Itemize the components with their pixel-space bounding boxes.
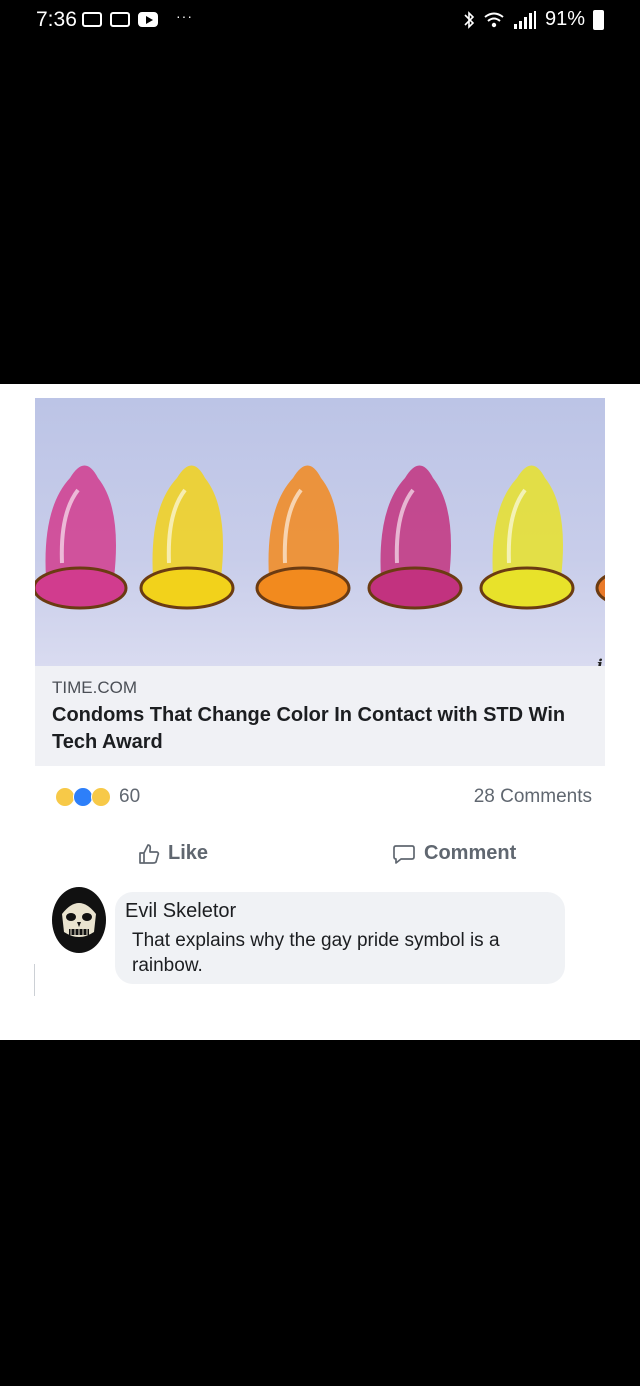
like-label: Like xyxy=(168,842,209,864)
link-domain: TIME.COM xyxy=(52,678,137,697)
condom-shape xyxy=(255,465,351,610)
thread-line xyxy=(34,964,35,996)
like-button[interactable]: Like xyxy=(138,842,208,865)
link-preview-image[interactable]: i xyxy=(35,398,605,666)
comment-text: That explains why the gay pride symbol i… xyxy=(132,930,500,976)
info-icon[interactable]: i xyxy=(597,656,603,666)
youtube-icon xyxy=(138,12,158,27)
condom-shape xyxy=(367,465,463,610)
condom-shape xyxy=(35,465,128,610)
comment-label: Comment xyxy=(424,842,517,864)
wow-reaction-icon xyxy=(91,787,111,807)
reactions-summary[interactable]: 60 xyxy=(55,786,140,808)
reaction-count: 60 xyxy=(119,786,141,807)
like-reaction-icon xyxy=(73,787,93,807)
avatar[interactable] xyxy=(50,884,108,954)
condoms-illustration xyxy=(35,465,605,610)
comments-count[interactable]: 28 Comments xyxy=(474,786,592,808)
thumbs-up-icon xyxy=(139,843,160,864)
gallery-icon xyxy=(110,12,130,27)
voicemail-icon xyxy=(82,12,102,27)
comment-bubble: Evil Skeletor That explains why the gay … xyxy=(115,892,565,984)
haha-reaction-icon xyxy=(55,787,75,807)
condom-shape xyxy=(139,465,235,610)
comment-button[interactable]: Comment xyxy=(392,842,516,865)
system-icons: 91% xyxy=(463,8,604,31)
post-card: i TIME.COM Condoms That Change Color In … xyxy=(0,384,640,1040)
link-headline[interactable]: Condoms That Change Color In Contact wit… xyxy=(52,702,572,756)
notification-icons xyxy=(82,12,158,27)
wifi-icon xyxy=(484,12,504,27)
battery-percent: 91% xyxy=(544,8,585,30)
more-notifications-icon: ··· xyxy=(176,8,193,24)
link-preview-meta[interactable]: TIME.COM Condoms That Change Color In Co… xyxy=(35,666,605,766)
condom-shape xyxy=(479,465,575,610)
comment-icon xyxy=(393,844,415,864)
condom-shape xyxy=(595,574,605,602)
status-time: 7:36 xyxy=(36,8,77,31)
status-bar: 7:36 ··· 91% xyxy=(0,0,640,40)
signal-icon xyxy=(513,10,536,29)
comment-author[interactable]: Evil Skeletor xyxy=(125,900,236,923)
bluetooth-icon xyxy=(464,10,475,29)
battery-icon xyxy=(593,9,604,30)
